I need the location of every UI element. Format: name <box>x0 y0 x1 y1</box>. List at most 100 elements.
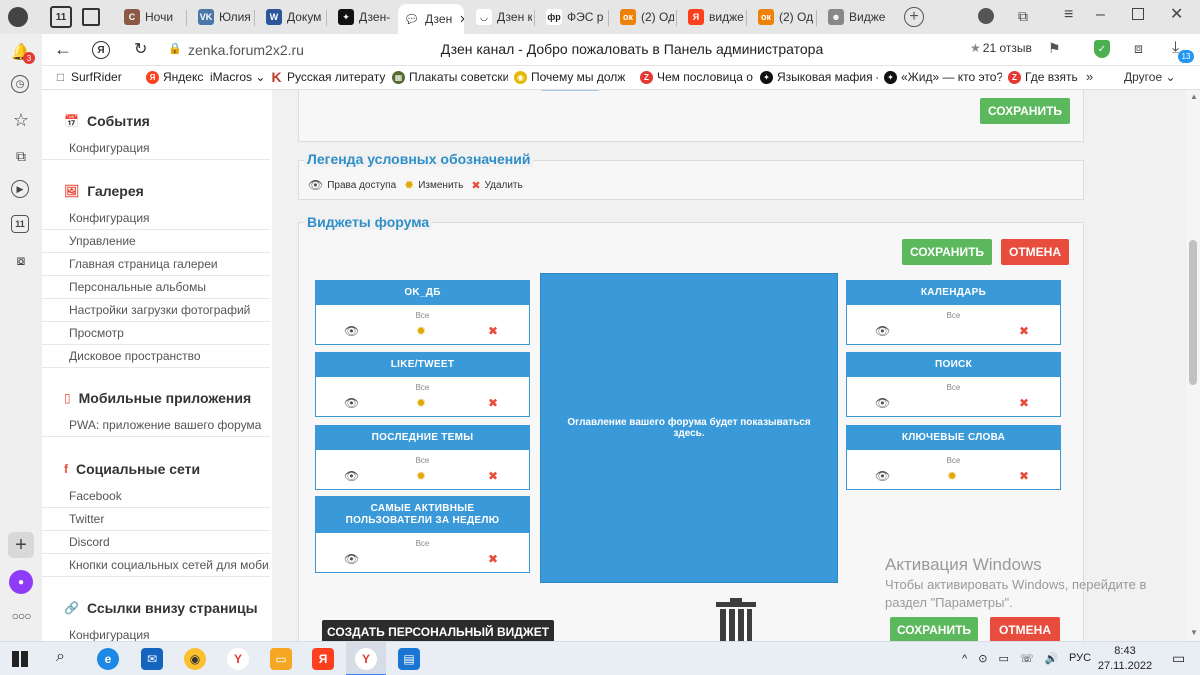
access-eye-icon[interactable]: 👁 <box>344 469 359 483</box>
cancel-button[interactable]: ОТМЕНА <box>1001 239 1069 265</box>
scroll-up-icon[interactable]: ▲ <box>1190 92 1198 101</box>
delete-x-icon[interactable]: ✖ <box>1019 396 1029 410</box>
chrome-icon[interactable]: ◉ <box>184 648 206 670</box>
tab-1[interactable]: С Ночи <box>118 4 184 30</box>
bookmark-item[interactable]: ◉ Почему мы долж <box>514 70 625 84</box>
sidebar-item[interactable]: Просмотр <box>42 322 270 345</box>
close-tab-icon[interactable]: ✕ <box>459 13 464 26</box>
widget-title[interactable]: OK_ДБ <box>316 281 529 305</box>
sidebar-section-heading[interactable]: 📅 События <box>64 113 150 129</box>
trash-bin-icon[interactable] <box>716 598 756 641</box>
url-text[interactable]: zenka.forum2x2.ru <box>188 42 304 58</box>
clock-time[interactable]: 8:43 <box>1100 645 1150 657</box>
save-button[interactable]: СОХРАНИТЬ <box>902 239 992 265</box>
tab-count-icon[interactable]: 11 <box>50 6 72 28</box>
access-eye-icon[interactable]: 👁 <box>344 396 359 410</box>
lock-icon[interactable]: 🔒 <box>168 42 182 55</box>
search-icon[interactable]: ⌕ <box>56 648 65 666</box>
menu-icon[interactable]: ≡ <box>1064 6 1073 24</box>
delete-x-icon[interactable]: ✖ <box>488 552 498 566</box>
sidebar-item[interactable]: Настройки загрузки фотографий <box>42 299 270 322</box>
tab-6[interactable]: ◡ Дзен к <box>470 4 532 30</box>
widget-card[interactable]: ПОСЛЕДНИЕ ТЕМЫ Все 👁 ✹ ✖ <box>315 425 530 490</box>
sidebar-section-heading[interactable]: ▯ Мобильные приложения <box>64 390 251 406</box>
sidebar-item[interactable]: Главная страница галереи <box>42 253 270 276</box>
create-widget-tooltip[interactable]: СОЗДАТЬ ПЕРСОНАЛЬНЫЙ ВИДЖЕТ <box>322 620 554 641</box>
bookmark-flag-icon[interactable]: ⚑ <box>1048 40 1061 57</box>
widget-title[interactable]: КЛЮЧЕВЫЕ СЛОВА <box>847 426 1060 450</box>
edit-gear-icon[interactable]: ✹ <box>416 396 426 410</box>
edit-gear-icon[interactable]: ✹ <box>416 324 426 338</box>
delete-x-icon[interactable]: ✖ <box>488 469 498 483</box>
bookmark-item[interactable]: ✦ Языковая мафия - <box>760 70 878 84</box>
access-eye-icon[interactable]: 👁 <box>875 396 890 410</box>
edit-gear-icon[interactable]: ✹ <box>947 469 957 483</box>
delete-x-icon[interactable]: ✖ <box>488 324 498 338</box>
bookmark-item[interactable]: □ SurfRider <box>54 70 122 84</box>
sidebar-section-heading[interactable]: 🔗 Ссылки внизу страницы <box>64 600 258 616</box>
scroll-down-icon[interactable]: ▼ <box>1190 628 1198 637</box>
alice-assistant-icon[interactable]: ● <box>9 570 33 594</box>
protect-shield-icon[interactable]: ✓ <box>1094 40 1110 58</box>
tab-4[interactable]: ✦ Дзен- <box>332 4 392 30</box>
sidebar-section-heading[interactable]: f Социальные сети <box>64 461 200 477</box>
top-dropdown[interactable] <box>539 90 601 91</box>
collections-icon[interactable]: ⧉ <box>1018 8 1028 25</box>
bookmarks-star-icon[interactable]: ☆ <box>11 110 31 130</box>
mail-icon[interactable]: ✉ <box>141 648 163 670</box>
save-button-top[interactable]: СОХРАНИТЬ <box>980 98 1070 124</box>
add-panel-plus-icon[interactable]: + <box>8 532 34 558</box>
bookmarks-other-folder[interactable]: Другое ⌄ <box>1124 70 1176 84</box>
widget-card[interactable]: OK_ДБ Все 👁 ✹ ✖ <box>315 280 530 345</box>
close-window-icon[interactable]: ✕ <box>1170 4 1183 24</box>
yandex-browser-icon[interactable]: Y <box>227 648 249 670</box>
file-explorer-icon[interactable]: ▭ <box>270 648 292 670</box>
maximize-icon[interactable] <box>1132 8 1144 20</box>
widget-card[interactable]: КЛЮЧЕВЫЕ СЛОВА Все 👁 ✹ ✖ <box>846 425 1061 490</box>
notification-center-icon[interactable]: ▭ <box>1172 650 1185 667</box>
access-eye-icon[interactable]: 👁 <box>875 469 890 483</box>
yandex-icon[interactable]: Я <box>312 648 334 670</box>
tab-2[interactable]: VK Юлия <box>192 4 252 30</box>
more-dots-icon[interactable]: ○○○ <box>11 606 32 626</box>
delete-x-icon[interactable]: ✖ <box>1019 324 1029 338</box>
widget-title[interactable]: ПОИСК <box>847 353 1060 377</box>
screenshot-camera-icon[interactable]: ⧇ <box>11 250 31 270</box>
bookmark-item[interactable]: Z Где взять <box>1008 70 1078 84</box>
sidebar-section-heading[interactable]: 🖼 Галерея <box>64 183 144 199</box>
media-play-icon[interactable]: ▶ <box>11 180 29 198</box>
back-arrow-icon[interactable]: ← <box>54 39 72 60</box>
collections-icon[interactable]: ⧉ <box>11 146 31 166</box>
widget-title[interactable]: ПОСЛЕДНИЕ ТЕМЫ <box>316 426 529 450</box>
yandex-home-icon[interactable]: Я <box>92 41 110 59</box>
sidebar-item[interactable]: Конфигурация <box>42 624 270 641</box>
widget-title[interactable]: LIKE/TWEET <box>316 353 529 377</box>
active-app-slot[interactable]: Y <box>346 642 386 675</box>
bookmarks-more[interactable]: » <box>1086 69 1093 84</box>
widget-card[interactable]: LIKE/TWEET Все 👁 ✹ ✖ <box>315 352 530 417</box>
extensions-icon[interactable]: ⧈ <box>1134 40 1143 57</box>
cancel-button-bottom[interactable]: ОТМЕНА <box>990 617 1060 641</box>
profile-avatar[interactable] <box>8 7 28 27</box>
bookmark-item[interactable]: Я Яндекс <box>146 70 203 84</box>
tab-9[interactable]: Явидже <box>682 4 744 30</box>
tab-8[interactable]: ок (2) Од <box>614 4 674 30</box>
tab-11[interactable]: ☻ Видже <box>822 4 888 30</box>
delete-x-icon[interactable]: ✖ <box>1019 469 1029 483</box>
windows-start-icon[interactable] <box>12 651 28 667</box>
edge-icon[interactable]: e <box>97 648 119 670</box>
access-eye-icon[interactable]: 👁 <box>875 324 890 338</box>
bookmark-item[interactable]: Z Чем пословица о <box>640 70 753 84</box>
sidebar-item[interactable]: Дисковое пространство <box>42 345 270 368</box>
widget-title[interactable]: КАЛЕНДАРЬ <box>847 281 1060 305</box>
widget-card[interactable]: САМЫЕ АКТИВНЫЕ ПОЛЬЗОВАТЕЛИ ЗА НЕДЕЛЮ Все… <box>315 496 530 573</box>
access-eye-icon[interactable]: 👁 <box>344 324 359 338</box>
tab-10[interactable]: ок (2) Од <box>752 4 814 30</box>
sidebar-item[interactable]: Персональные альбомы <box>42 276 270 299</box>
scroll-thumb[interactable] <box>1189 240 1197 385</box>
edit-gear-icon[interactable]: ✹ <box>416 469 426 483</box>
widget-title[interactable]: САМЫЕ АКТИВНЫЕ ПОЛЬЗОВАТЕЛИ ЗА НЕДЕЛЮ <box>316 497 529 533</box>
sidebar-item[interactable]: Конфигурация <box>42 207 270 230</box>
tabs-count-icon[interactable]: 11 <box>11 215 29 233</box>
access-eye-icon[interactable]: 👁 <box>344 552 359 566</box>
